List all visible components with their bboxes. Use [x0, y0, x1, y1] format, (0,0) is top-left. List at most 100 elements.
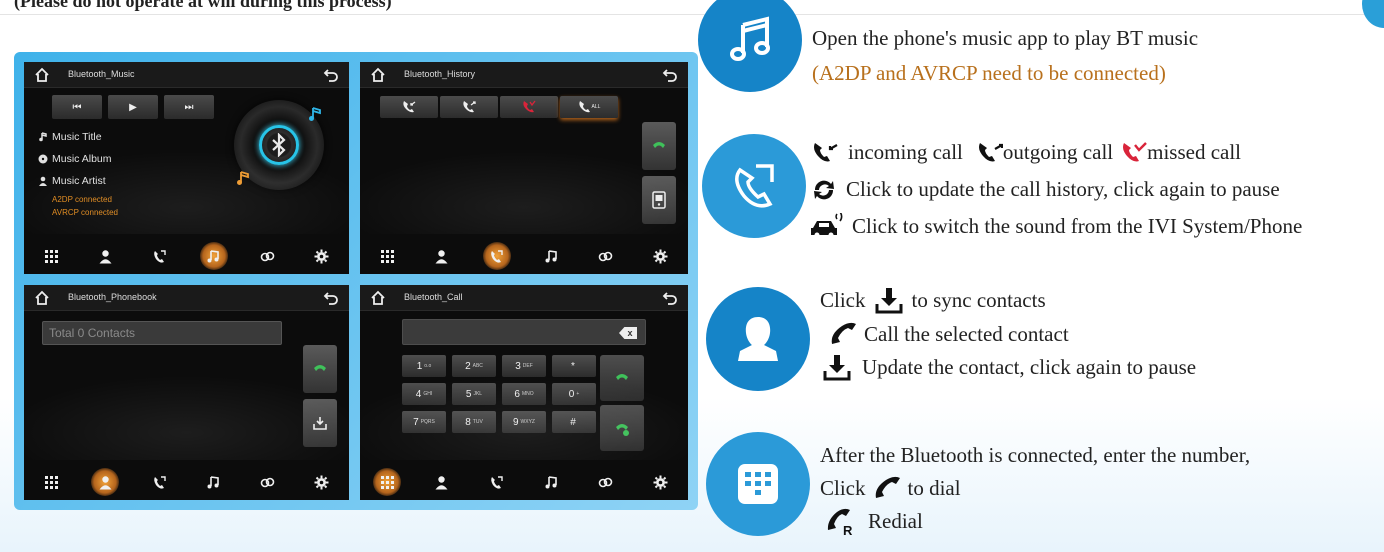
missed-call-icon — [1123, 141, 1147, 161]
music-note-icon[interactable] — [537, 242, 565, 270]
dialpad-icon[interactable] — [373, 242, 401, 270]
contact-icon[interactable] — [91, 468, 120, 496]
redial-button[interactable] — [600, 405, 644, 451]
dial-key-digit: 8 — [465, 416, 471, 428]
number-input[interactable]: x — [402, 319, 646, 345]
corner-decoration — [1362, 0, 1384, 28]
link-icon[interactable] — [592, 242, 620, 270]
bottom-nav — [24, 464, 349, 500]
back-icon[interactable] — [323, 290, 339, 306]
dial-key[interactable]: 9 WXYZ — [502, 411, 546, 433]
screen-title: Bluetooth_Phonebook — [68, 292, 157, 302]
bluetooth-ring — [259, 125, 299, 165]
bottom-nav — [360, 464, 688, 500]
redial-text: Redial — [868, 508, 923, 533]
music-section-badge — [698, 0, 802, 92]
contact-icon[interactable] — [91, 242, 119, 270]
call-history-icon[interactable] — [145, 242, 173, 270]
dial-key-digit: 7 — [413, 416, 419, 428]
dial-button[interactable] — [600, 355, 644, 401]
link-icon[interactable] — [254, 242, 282, 270]
call-contact-button[interactable] — [303, 345, 337, 393]
home-icon[interactable] — [34, 67, 50, 83]
music-note-icon[interactable] — [537, 468, 565, 496]
dial-key-digit: 2 — [465, 360, 471, 372]
dial-key[interactable]: 2 ABC — [452, 355, 496, 377]
dial-key-letters: DEF — [522, 363, 533, 369]
phone-icon — [653, 142, 665, 148]
dial-key[interactable]: 6 MNO — [502, 383, 546, 405]
sync-contacts-button[interactable] — [303, 399, 337, 447]
dial-key[interactable]: 5 JKL — [452, 383, 496, 405]
back-icon[interactable] — [662, 290, 678, 306]
click-label: Click — [820, 287, 866, 312]
incoming-filter-button[interactable] — [380, 96, 438, 118]
contact-icon[interactable] — [428, 242, 456, 270]
dial-key[interactable]: 1 o.o — [402, 355, 446, 377]
gear-icon[interactable] — [647, 242, 675, 270]
dial-key[interactable]: # — [552, 411, 596, 433]
call-history-icon[interactable] — [145, 468, 173, 496]
prev-button[interactable]: ⏮ — [52, 95, 102, 119]
dial-key[interactable]: * — [552, 355, 596, 377]
dial-key[interactable]: 0 + — [552, 383, 596, 405]
gear-icon[interactable] — [308, 468, 336, 496]
dial-key-digit: # — [570, 416, 576, 428]
home-icon[interactable] — [370, 67, 386, 83]
dialpad-icon[interactable] — [373, 468, 402, 496]
back-icon[interactable] — [662, 67, 678, 83]
dial-key[interactable]: 8 TUV — [452, 411, 496, 433]
call-contact-line: Call the selected contact — [828, 320, 1069, 348]
sound-switch-button[interactable] — [642, 176, 676, 224]
screen-bluetooth-call: Bluetooth_Call x 1 o.o 2 ABC 3 DEF * 4 GHI 5 JKL 6 M… — [360, 285, 688, 500]
dial-key[interactable]: 7 PQRS — [402, 411, 446, 433]
next-button[interactable]: ⏭ — [164, 95, 214, 119]
outgoing-call-icon — [463, 101, 476, 113]
dial-key[interactable]: 3 DEF — [502, 355, 546, 377]
contact-icon — [738, 317, 778, 361]
missed-filter-button[interactable] — [500, 96, 558, 118]
backspace-icon[interactable]: x — [619, 327, 637, 339]
dialpad-icon[interactable] — [37, 468, 65, 496]
music-note-icon — [39, 132, 47, 142]
link-icon[interactable] — [254, 468, 282, 496]
incoming-call-icon — [814, 142, 838, 161]
play-button[interactable]: ▶ — [108, 95, 158, 119]
dial-key-letters: PQRS — [420, 419, 435, 425]
gear-icon[interactable] — [647, 468, 675, 496]
bottom-nav — [24, 238, 349, 274]
call-history-icon[interactable] — [483, 468, 511, 496]
contact-icon[interactable] — [428, 468, 456, 496]
dial-key-letters: GHI — [423, 391, 433, 397]
call-button[interactable] — [642, 122, 676, 170]
gear-icon[interactable] — [308, 242, 336, 270]
contact-search-input[interactable]: Total 0 Contacts — [42, 321, 282, 345]
all-filter-button[interactable]: ALL — [560, 96, 618, 118]
dial-key[interactable]: 4 GHI — [402, 383, 446, 405]
home-icon[interactable] — [370, 290, 386, 306]
incoming-call-icon — [403, 101, 416, 113]
dial-section-badge — [706, 432, 810, 536]
dial-key-digit: 9 — [512, 416, 519, 428]
music-note-icon[interactable] — [199, 242, 228, 270]
phone-icon — [314, 365, 326, 371]
screen-title: Bluetooth_History — [404, 69, 476, 79]
dial-key-letters: JKL — [473, 391, 483, 397]
outgoing-label: outgoing call — [1002, 140, 1114, 164]
dial-key-letters: ABC — [472, 363, 483, 369]
svg-text:R: R — [843, 523, 853, 536]
dialpad-icon[interactable] — [37, 242, 65, 270]
call-history-icon[interactable] — [482, 242, 511, 270]
music-note-icon[interactable] — [200, 468, 228, 496]
back-icon[interactable] — [323, 67, 339, 83]
switch-sound-line: Click to switch the sound from the IVI S… — [810, 213, 1302, 239]
home-icon[interactable] — [34, 290, 50, 306]
outgoing-filter-button[interactable] — [440, 96, 498, 118]
screen-bluetooth-phonebook: Bluetooth_Phonebook Total 0 Contacts — [24, 285, 349, 500]
link-icon[interactable] — [592, 468, 620, 496]
car-sound-icon — [811, 213, 843, 238]
update-contact-text: Update the contact, click again to pause — [862, 354, 1197, 379]
to-dial-text: to dial — [907, 475, 961, 500]
note-blue-icon — [309, 107, 321, 121]
dial-key-digit: 0 — [568, 388, 575, 400]
